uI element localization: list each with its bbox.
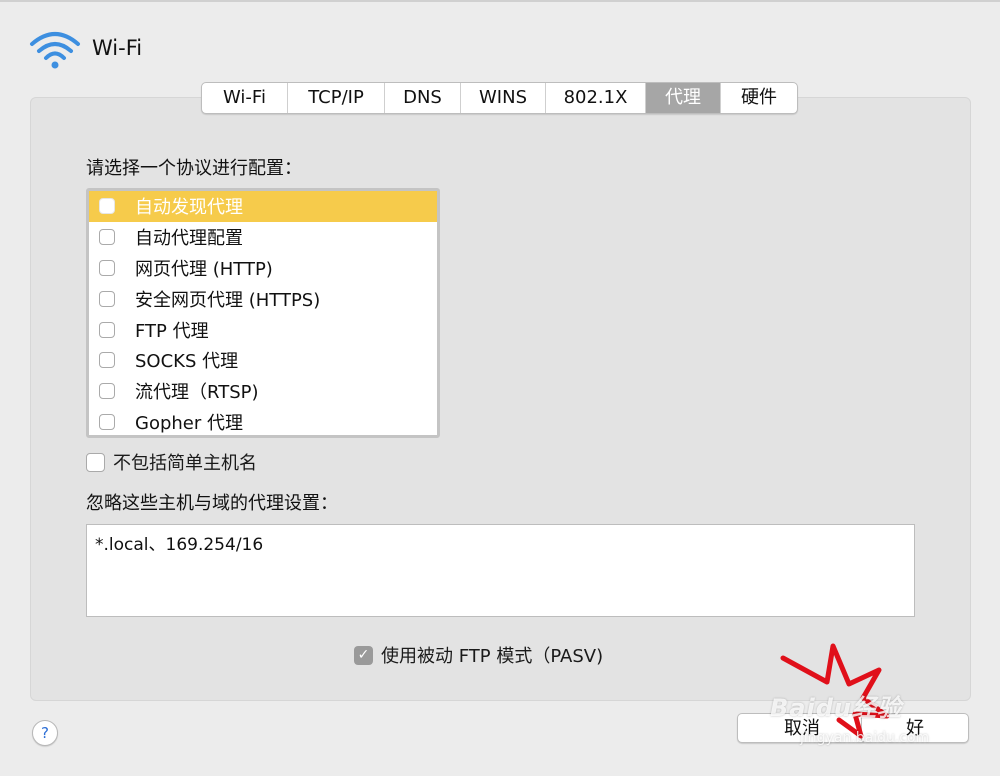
tab-wins[interactable]: WINS — [461, 83, 546, 113]
tab-proxies[interactable]: 代理 — [646, 83, 721, 113]
checkbox[interactable] — [99, 352, 115, 369]
list-item-ftp-proxy[interactable]: FTP 代理 — [89, 314, 437, 345]
checkbox[interactable] — [99, 413, 115, 430]
bypass-label: 忽略这些主机与域的代理设置： — [86, 493, 338, 514]
passive-ftp-label: 使用被动 FTP 模式（PASV) — [381, 646, 604, 667]
list-item-label: Gopher 代理 — [135, 412, 243, 434]
exclude-simple-hostnames[interactable]: 不包括简单主机名 — [86, 449, 257, 475]
tab-dns[interactable]: DNS — [385, 83, 461, 113]
window-title: Wi-Fi — [92, 36, 143, 60]
list-item-socks-proxy[interactable]: SOCKS 代理 — [89, 345, 437, 376]
list-item-label: 安全网页代理 (HTTPS) — [135, 289, 321, 311]
tab-tcpip[interactable]: TCP/IP — [288, 83, 385, 113]
checkbox[interactable] — [99, 259, 115, 276]
bypass-hosts-field[interactable]: *.local、169.254/16 — [86, 524, 915, 617]
list-item-label: 自动代理配置 — [135, 228, 243, 250]
wifi-icon — [30, 32, 80, 69]
watermark-url: jingyan.baidu.com — [800, 730, 930, 746]
passive-ftp-option[interactable]: ✓ 使用被动 FTP 模式（PASV) — [354, 642, 603, 668]
list-item-gopher-proxy[interactable]: Gopher 代理 — [89, 407, 437, 435]
window-top-border — [0, 0, 1000, 2]
list-item-streaming-proxy-rtsp[interactable]: 流代理（RTSP) — [89, 376, 437, 407]
exclude-simple-hostnames-label: 不包括简单主机名 — [113, 453, 257, 474]
watermark-logo: Baidu经验 — [770, 694, 902, 722]
protocol-select-label: 请选择一个协议进行配置： — [86, 158, 302, 179]
list-item-label: SOCKS 代理 — [135, 351, 239, 373]
checkbox[interactable] — [99, 383, 115, 400]
list-item-web-proxy-http[interactable]: 网页代理 (HTTP) — [89, 253, 437, 284]
checkbox[interactable] — [99, 290, 115, 307]
tab-bar: Wi-Fi TCP/IP DNS WINS 802.1X 代理 硬件 — [201, 82, 798, 114]
protocol-list[interactable]: 自动发现代理 自动代理配置 网页代理 (HTTP) 安全网页代理 (HTTPS)… — [86, 188, 440, 438]
checkbox[interactable] — [99, 321, 115, 338]
list-item-label: 流代理（RTSP) — [135, 382, 259, 404]
checkbox[interactable] — [99, 198, 115, 215]
tab-wifi[interactable]: Wi-Fi — [202, 83, 288, 113]
list-item-label: 网页代理 (HTTP) — [135, 258, 273, 280]
list-item-secure-web-proxy-https[interactable]: 安全网页代理 (HTTPS) — [89, 283, 437, 314]
list-item-label: 自动发现代理 — [135, 197, 243, 219]
tab-8021x[interactable]: 802.1X — [546, 83, 646, 113]
passive-ftp-checkbox[interactable]: ✓ — [354, 645, 373, 665]
list-item-auto-proxy-config[interactable]: 自动代理配置 — [89, 222, 437, 253]
exclude-simple-hostnames-checkbox[interactable] — [86, 452, 105, 472]
list-item-label: FTP 代理 — [135, 320, 209, 342]
checkbox[interactable] — [99, 229, 115, 246]
list-item-auto-proxy-discovery[interactable]: 自动发现代理 — [89, 191, 437, 222]
tab-hardware[interactable]: 硬件 — [721, 83, 797, 113]
help-button[interactable]: ? — [32, 720, 58, 746]
